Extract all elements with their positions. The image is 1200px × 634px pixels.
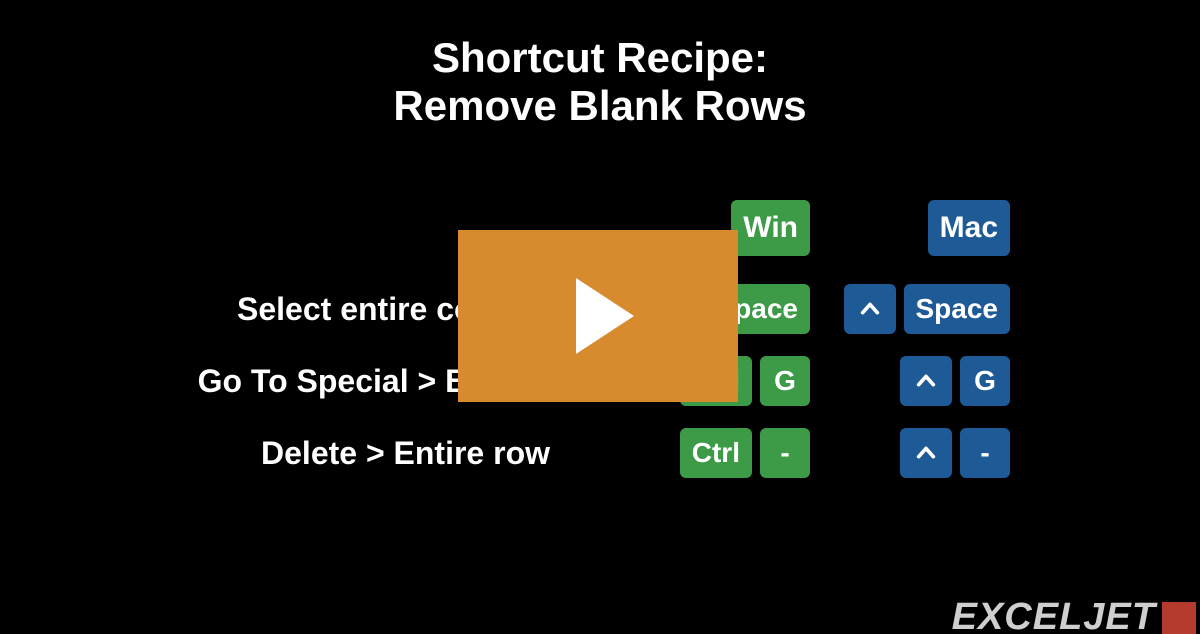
- header-mac-col: Mac: [830, 200, 1050, 256]
- play-button[interactable]: [458, 230, 738, 402]
- title-line-2: Remove Blank Rows: [0, 82, 1200, 130]
- play-icon: [576, 278, 634, 354]
- control-icon: [900, 356, 952, 406]
- mac-keys: Space: [830, 284, 1050, 334]
- key-ctrl: Ctrl: [680, 428, 752, 478]
- key-minus: -: [960, 428, 1010, 478]
- win-keys: Ctrl -: [580, 428, 830, 478]
- mac-header-badge: Mac: [928, 200, 1010, 256]
- logo-mark-icon: [1162, 602, 1196, 634]
- win-header-badge: Win: [731, 200, 810, 256]
- shortcut-row: Delete > Entire row Ctrl - -: [0, 428, 1200, 478]
- logo-text: EXCELJET: [952, 600, 1156, 634]
- title-line-1: Shortcut Recipe:: [0, 34, 1200, 82]
- brand-logo: EXCELJET: [952, 600, 1200, 634]
- key-g: G: [760, 356, 810, 406]
- key-g: G: [960, 356, 1010, 406]
- shortcut-label: Delete > Entire row: [0, 435, 580, 472]
- key-space: Space: [904, 284, 1011, 334]
- key-minus: -: [760, 428, 810, 478]
- page-title: Shortcut Recipe: Remove Blank Rows: [0, 0, 1200, 131]
- mac-keys: -: [830, 428, 1050, 478]
- mac-keys: G: [830, 356, 1050, 406]
- control-icon: [844, 284, 896, 334]
- control-icon: [900, 428, 952, 478]
